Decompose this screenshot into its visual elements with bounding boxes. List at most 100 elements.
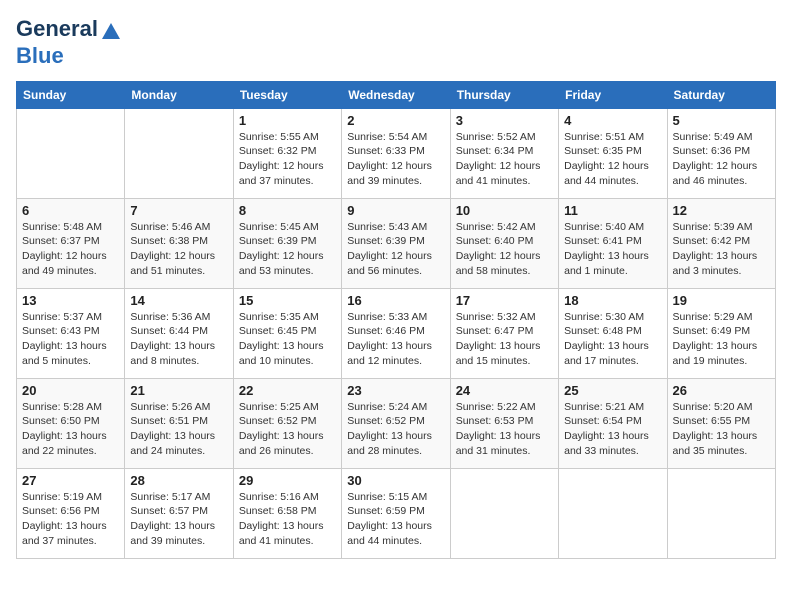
day-info: Sunrise: 5:28 AMSunset: 6:50 PMDaylight:… (22, 400, 119, 459)
calendar-cell: 19Sunrise: 5:29 AMSunset: 6:49 PMDayligh… (667, 288, 775, 378)
calendar-cell: 29 Sunrise: 5:16 AMSunset: 6:58 PMDayligh… (233, 468, 341, 558)
calendar-cell (125, 108, 233, 198)
day-number: 13 (22, 293, 119, 308)
calendar-cell: 22 Sunrise: 5:25 AMSunset: 6:52 PMDayligh… (233, 378, 341, 468)
day-info: Sunrise: 5:42 AMSunset: 6:40 PMDaylight:… (456, 220, 553, 279)
day-number: 17 (456, 293, 553, 308)
weekday-header-saturday: Saturday (667, 81, 775, 108)
day-info: Sunrise: 5:40 AMSunset: 6:41 PMDaylight:… (564, 220, 661, 279)
day-info: Sunrise: 5:25 AMSunset: 6:52 PMDaylight:… (239, 400, 336, 459)
day-info: Sunrise: 5:51 AMSunset: 6:35 PMDaylight:… (564, 130, 661, 189)
day-number: 30 (347, 473, 444, 488)
day-info: Sunrise: 5:19 AMSunset: 6:56 PMDaylight:… (22, 490, 119, 549)
day-number: 10 (456, 203, 553, 218)
calendar-cell: 4 Sunrise: 5:51 AMSunset: 6:35 PMDaylight… (559, 108, 667, 198)
day-info: Sunrise: 5:22 AMSunset: 6:53 PMDaylight:… (456, 400, 553, 459)
calendar-cell: 14Sunrise: 5:36 AMSunset: 6:44 PMDayligh… (125, 288, 233, 378)
calendar-cell: 12 Sunrise: 5:39 AMSunset: 6:42 PMDayligh… (667, 198, 775, 288)
calendar-cell: 20 Sunrise: 5:28 AMSunset: 6:50 PMDayligh… (17, 378, 125, 468)
day-number: 29 (239, 473, 336, 488)
calendar-cell: 11 Sunrise: 5:40 AMSunset: 6:41 PMDayligh… (559, 198, 667, 288)
day-number: 16 (347, 293, 444, 308)
calendar-cell: 16 Sunrise: 5:33 AMSunset: 6:46 PMDayligh… (342, 288, 450, 378)
page-header: General Blue (16, 16, 776, 69)
weekday-header-tuesday: Tuesday (233, 81, 341, 108)
calendar-cell: 13 Sunrise: 5:37 AMSunset: 6:43 PMDayligh… (17, 288, 125, 378)
day-info: Sunrise: 5:16 AMSunset: 6:58 PMDaylight:… (239, 490, 336, 549)
day-info: Sunrise: 5:35 AMSunset: 6:45 PMDaylight:… (239, 310, 336, 369)
day-number: 5 (673, 113, 770, 128)
calendar-cell: 6 Sunrise: 5:48 AMSunset: 6:37 PMDaylight… (17, 198, 125, 288)
day-number: 26 (673, 383, 770, 398)
day-number: 11 (564, 203, 661, 218)
calendar-cell (450, 468, 558, 558)
calendar-cell: 1 Sunrise: 5:55 AMSunset: 6:32 PMDaylight… (233, 108, 341, 198)
day-info: Sunrise: 5:39 AMSunset: 6:42 PMDaylight:… (673, 220, 770, 279)
day-number: 2 (347, 113, 444, 128)
day-number: 27 (22, 473, 119, 488)
day-number: 23 (347, 383, 444, 398)
calendar-cell (667, 468, 775, 558)
calendar-cell (17, 108, 125, 198)
logo-icon (100, 21, 122, 43)
calendar-week-4: 20 Sunrise: 5:28 AMSunset: 6:50 PMDayligh… (17, 378, 776, 468)
day-info: Sunrise: 5:30 AMSunset: 6:48 PMDaylight:… (564, 310, 661, 369)
day-number: 28 (130, 473, 227, 488)
day-info: Sunrise: 5:15 AMSunset: 6:59 PMDaylight:… (347, 490, 444, 549)
day-info: Sunrise: 5:33 AMSunset: 6:46 PMDaylight:… (347, 310, 444, 369)
day-number: 7 (130, 203, 227, 218)
day-number: 4 (564, 113, 661, 128)
day-number: 20 (22, 383, 119, 398)
weekday-header-monday: Monday (125, 81, 233, 108)
calendar-cell: 10 Sunrise: 5:42 AMSunset: 6:40 PMDayligh… (450, 198, 558, 288)
calendar-cell: 15 Sunrise: 5:35 AMSunset: 6:45 PMDayligh… (233, 288, 341, 378)
day-info: Sunrise: 5:24 AMSunset: 6:52 PMDaylight:… (347, 400, 444, 459)
day-number: 22 (239, 383, 336, 398)
weekday-header-row: SundayMondayTuesdayWednesdayThursdayFrid… (17, 81, 776, 108)
day-info: Sunrise: 5:17 AMSunset: 6:57 PMDaylight:… (130, 490, 227, 549)
day-number: 15 (239, 293, 336, 308)
day-info: Sunrise: 5:20 AMSunset: 6:55 PMDaylight:… (673, 400, 770, 459)
day-number: 9 (347, 203, 444, 218)
calendar-cell: 28 Sunrise: 5:17 AMSunset: 6:57 PMDayligh… (125, 468, 233, 558)
day-info: Sunrise: 5:37 AMSunset: 6:43 PMDaylight:… (22, 310, 119, 369)
day-number: 8 (239, 203, 336, 218)
calendar-week-3: 13 Sunrise: 5:37 AMSunset: 6:43 PMDayligh… (17, 288, 776, 378)
weekday-header-sunday: Sunday (17, 81, 125, 108)
calendar-week-1: 1 Sunrise: 5:55 AMSunset: 6:32 PMDaylight… (17, 108, 776, 198)
calendar-cell: 17Sunrise: 5:32 AMSunset: 6:47 PMDayligh… (450, 288, 558, 378)
day-number: 18 (564, 293, 661, 308)
calendar-cell: 3 Sunrise: 5:52 AMSunset: 6:34 PMDaylight… (450, 108, 558, 198)
calendar-table: SundayMondayTuesdayWednesdayThursdayFrid… (16, 81, 776, 559)
calendar-cell: 7 Sunrise: 5:46 AMSunset: 6:38 PMDaylight… (125, 198, 233, 288)
day-info: Sunrise: 5:52 AMSunset: 6:34 PMDaylight:… (456, 130, 553, 189)
calendar-cell: 23 Sunrise: 5:24 AMSunset: 6:52 PMDayligh… (342, 378, 450, 468)
calendar-cell: 18 Sunrise: 5:30 AMSunset: 6:48 PMDayligh… (559, 288, 667, 378)
weekday-header-friday: Friday (559, 81, 667, 108)
day-number: 6 (22, 203, 119, 218)
calendar-week-5: 27 Sunrise: 5:19 AMSunset: 6:56 PMDayligh… (17, 468, 776, 558)
day-number: 21 (130, 383, 227, 398)
calendar-cell: 25Sunrise: 5:21 AMSunset: 6:54 PMDayligh… (559, 378, 667, 468)
day-info: Sunrise: 5:46 AMSunset: 6:38 PMDaylight:… (130, 220, 227, 279)
calendar-cell: 21 Sunrise: 5:26 AMSunset: 6:51 PMDayligh… (125, 378, 233, 468)
calendar-cell: 8Sunrise: 5:45 AMSunset: 6:39 PMDaylight… (233, 198, 341, 288)
calendar-cell (559, 468, 667, 558)
calendar-header: SundayMondayTuesdayWednesdayThursdayFrid… (17, 81, 776, 108)
calendar-cell: 2Sunrise: 5:54 AMSunset: 6:33 PMDaylight… (342, 108, 450, 198)
day-info: Sunrise: 5:29 AMSunset: 6:49 PMDaylight:… (673, 310, 770, 369)
day-info: Sunrise: 5:26 AMSunset: 6:51 PMDaylight:… (130, 400, 227, 459)
day-info: Sunrise: 5:55 AMSunset: 6:32 PMDaylight:… (239, 130, 336, 189)
calendar-cell: 24 Sunrise: 5:22 AMSunset: 6:53 PMDayligh… (450, 378, 558, 468)
logo-blue-text: Blue (16, 43, 64, 68)
calendar-cell: 9Sunrise: 5:43 AMSunset: 6:39 PMDaylight… (342, 198, 450, 288)
day-number: 3 (456, 113, 553, 128)
day-info: Sunrise: 5:48 AMSunset: 6:37 PMDaylight:… (22, 220, 119, 279)
calendar-cell: 26 Sunrise: 5:20 AMSunset: 6:55 PMDayligh… (667, 378, 775, 468)
calendar-body: 1 Sunrise: 5:55 AMSunset: 6:32 PMDaylight… (17, 108, 776, 558)
calendar-cell: 30 Sunrise: 5:15 AMSunset: 6:59 PMDayligh… (342, 468, 450, 558)
day-number: 12 (673, 203, 770, 218)
day-number: 24 (456, 383, 553, 398)
calendar-cell: 27 Sunrise: 5:19 AMSunset: 6:56 PMDayligh… (17, 468, 125, 558)
day-number: 1 (239, 113, 336, 128)
